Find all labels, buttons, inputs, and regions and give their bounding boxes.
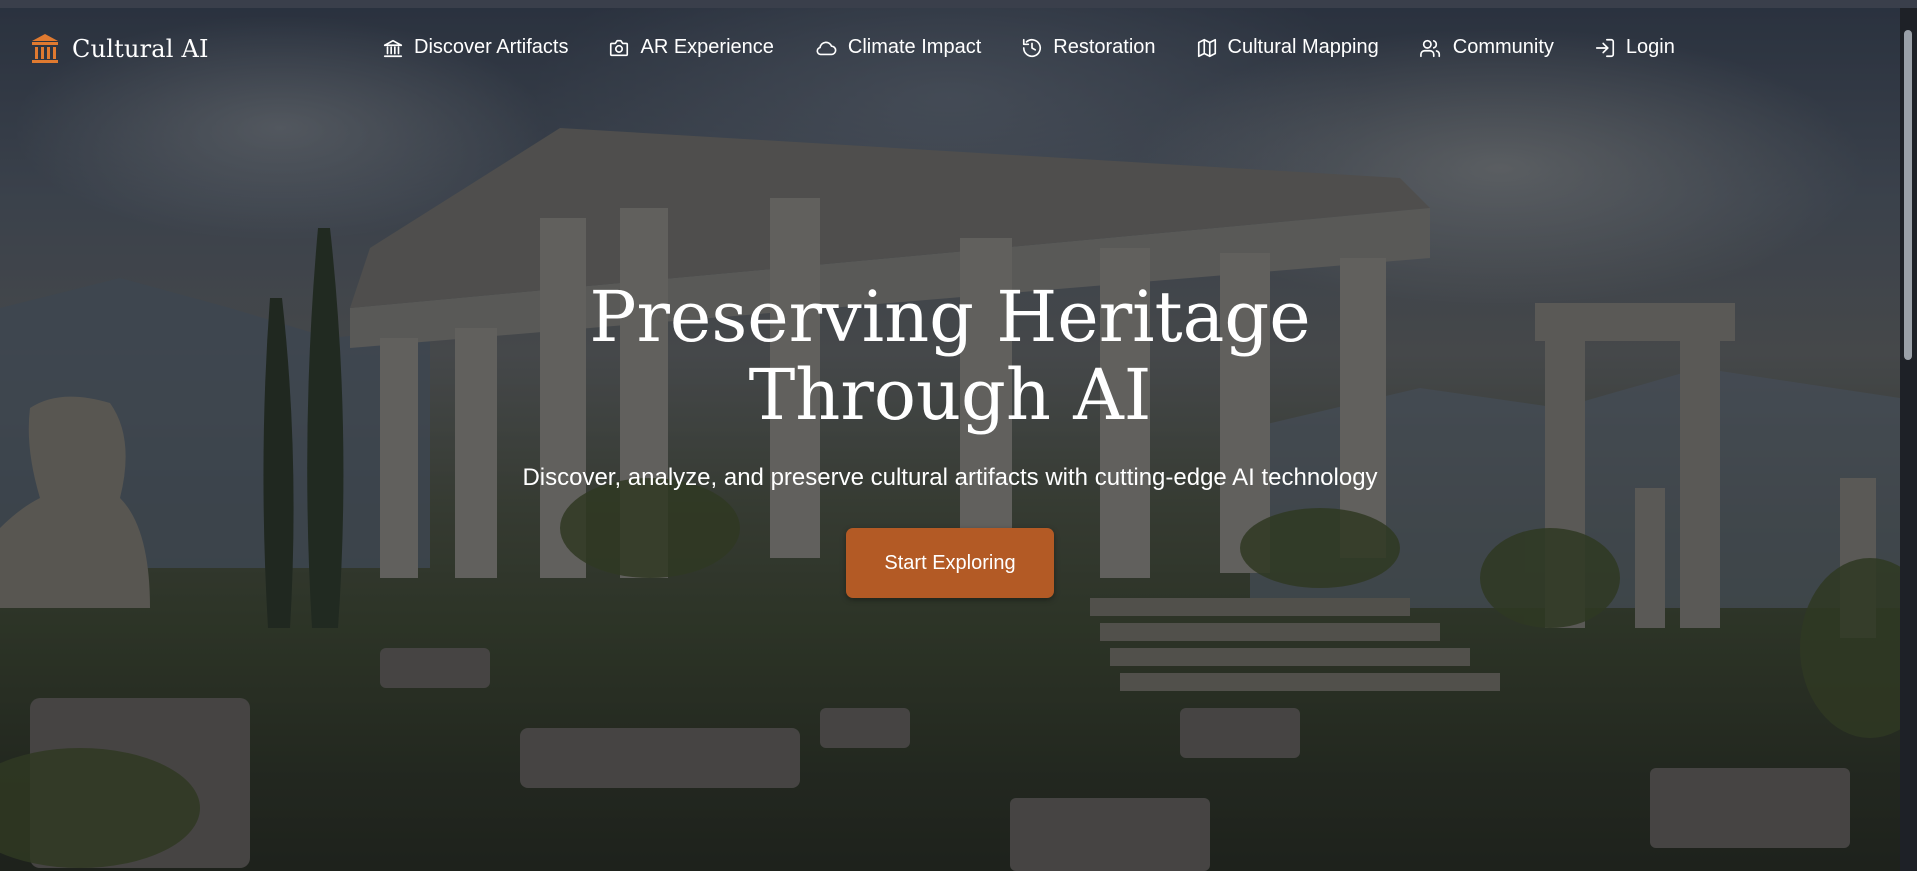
nav-item-cultural-mapping[interactable]: Cultural Mapping [1196, 36, 1379, 59]
nav-item-label: Climate Impact [847, 36, 982, 58]
brand-logo-link[interactable]: Cultural AI [30, 32, 209, 66]
hero-subtitle: Discover, analyze, and preserve cultural… [522, 464, 1378, 491]
hero-content: Preserving Heritage Through AI Discover,… [0, 278, 1900, 598]
nav-menu: Discover Artifacts AR Experience Climate… [382, 36, 1675, 59]
hero-title: Preserving Heritage Through AI [589, 276, 1311, 436]
browser-top-strip [0, 0, 1917, 8]
camera-icon [608, 37, 630, 59]
nav-item-climate-impact[interactable]: Climate Impact [814, 36, 981, 59]
history-icon [1021, 37, 1043, 59]
nav-item-label: Community [1452, 36, 1554, 58]
map-icon [1196, 37, 1218, 59]
page-scrollbar[interactable] [1900, 8, 1917, 871]
cloud-icon [814, 37, 838, 59]
users-icon [1419, 37, 1443, 59]
landmark-icon [382, 37, 404, 59]
nav-item-discover-artifacts[interactable]: Discover Artifacts [382, 36, 568, 59]
brand-name: Cultural AI [72, 35, 209, 63]
nav-item-label: Discover Artifacts [414, 36, 569, 58]
landmark-icon [30, 32, 60, 66]
login-icon [1594, 37, 1616, 59]
nav-item-label: Login [1625, 36, 1675, 58]
nav-item-community[interactable]: Community [1419, 36, 1554, 59]
scrollbar-thumb[interactable] [1904, 30, 1912, 360]
top-navbar: Cultural AI Discover Artifacts AR Experi… [0, 8, 1900, 92]
nav-item-label: AR Experience [640, 36, 774, 58]
nav-item-label: Cultural Mapping [1227, 36, 1379, 58]
start-exploring-button[interactable]: Start Exploring [846, 528, 1054, 598]
nav-item-restoration[interactable]: Restoration [1021, 36, 1156, 59]
nav-item-label: Restoration [1053, 36, 1156, 58]
nav-item-ar-experience[interactable]: AR Experience [608, 36, 774, 59]
nav-item-login[interactable]: Login [1594, 36, 1675, 59]
